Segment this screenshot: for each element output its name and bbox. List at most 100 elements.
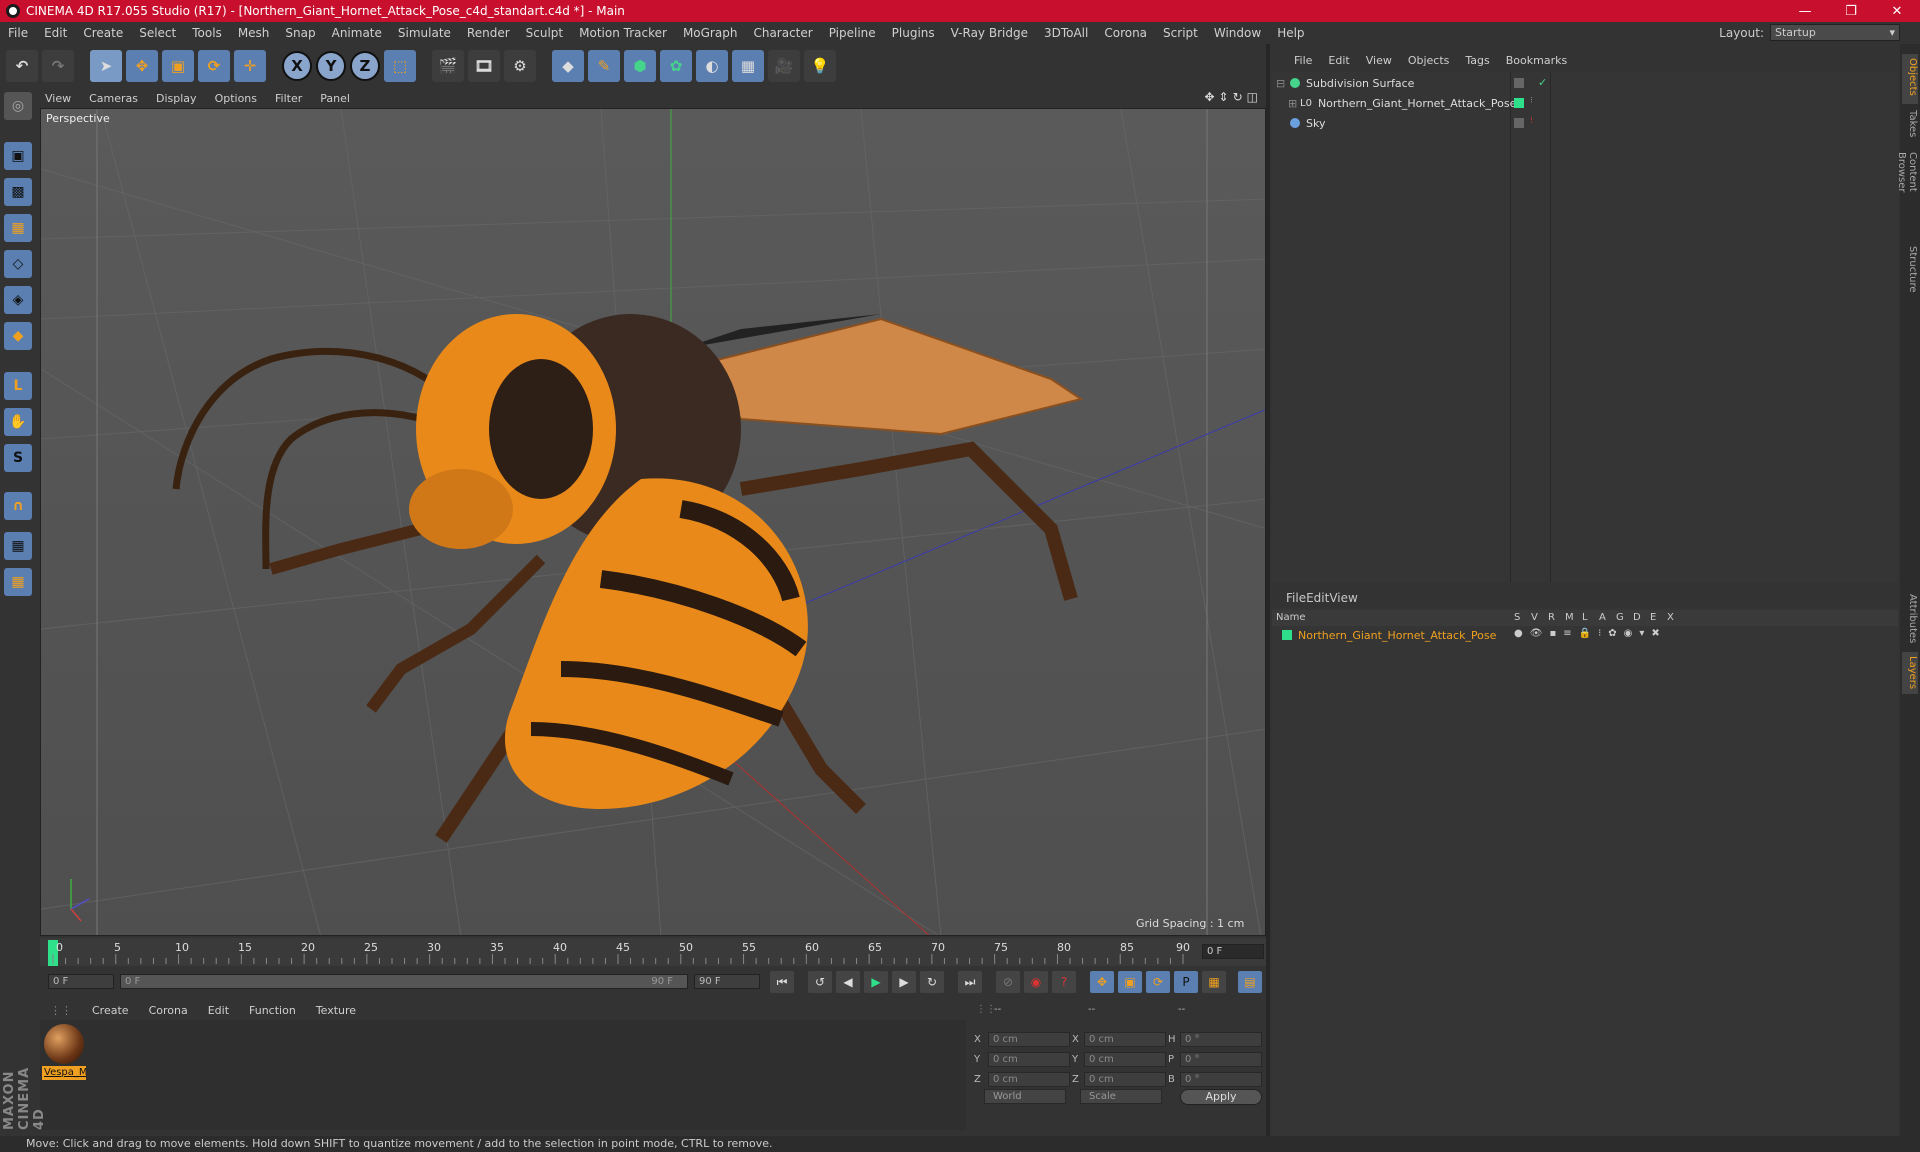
size-mode-dropdown[interactable]: Scale xyxy=(1080,1089,1162,1104)
key-disabled-icon[interactable]: ⊘ xyxy=(996,971,1020,993)
material-menu-corona[interactable]: Corona xyxy=(139,1004,198,1017)
object-row-subdivision[interactable]: ⊟ Subdivision Surface xyxy=(1276,74,1414,92)
layer-col-r[interactable]: R xyxy=(1548,612,1555,623)
rotation-b-field[interactable]: 0 ° xyxy=(1180,1072,1262,1087)
grid-lock-icon[interactable]: ▦ xyxy=(4,532,32,560)
menu-pipeline[interactable]: Pipeline xyxy=(821,26,884,40)
rotation-p-field[interactable]: 0 ° xyxy=(1180,1052,1262,1067)
close-button[interactable]: ✕ xyxy=(1874,0,1920,22)
z-axis-lock-icon[interactable]: Z xyxy=(350,51,380,81)
object-row-hornet[interactable]: ⊞ L0 Northern_Giant_Hornet_Attack_Pose xyxy=(1288,94,1516,112)
layer-manager-icon[interactable]: ≡ xyxy=(1563,628,1571,639)
menu-edit[interactable]: Edit xyxy=(36,26,75,40)
material-menu-texture[interactable]: Texture xyxy=(306,1004,366,1017)
snap-icon[interactable]: S xyxy=(4,444,32,472)
edges-mode-icon[interactable]: ◈ xyxy=(4,286,32,314)
key-pla-icon[interactable]: ▦ xyxy=(1202,971,1226,993)
layer-view-icon[interactable]: 👁 xyxy=(1530,628,1543,639)
select-tool-icon[interactable]: ➤ xyxy=(90,50,122,82)
make-editable-icon[interactable]: ◎ xyxy=(4,92,32,120)
deformer-icon[interactable]: ◐ xyxy=(696,50,728,82)
polygons-mode-icon[interactable]: ◆ xyxy=(4,322,32,350)
material-preview-ball[interactable] xyxy=(44,1024,84,1064)
viewport-pan-icon[interactable]: ✥ xyxy=(1204,90,1214,104)
points-mode-icon[interactable]: ◇ xyxy=(4,250,32,278)
apply-button[interactable]: Apply xyxy=(1180,1089,1262,1105)
tab-objects[interactable]: Objects xyxy=(1902,54,1918,104)
viewport-menu-display[interactable]: Display xyxy=(147,92,206,105)
layer-animation-icon[interactable]: ⁝ xyxy=(1598,628,1601,639)
y-axis-lock-icon[interactable]: Y xyxy=(316,51,346,81)
cube-primitive-icon[interactable]: ◆ xyxy=(552,50,584,82)
objects-menu-edit[interactable]: Edit xyxy=(1320,54,1357,67)
key-rotation-icon[interactable]: ⟳ xyxy=(1146,971,1170,993)
layers-menu-file[interactable]: File xyxy=(1286,591,1306,605)
layer-generators-icon[interactable]: ✿ xyxy=(1608,628,1616,639)
layer-col-l[interactable]: L xyxy=(1582,612,1588,623)
layer-color-tag-icon[interactable] xyxy=(1514,98,1524,108)
position-z-field[interactable]: 0 cm xyxy=(988,1072,1070,1087)
material-menu-edit[interactable]: Edit xyxy=(198,1004,239,1017)
objects-menu-view[interactable]: View xyxy=(1358,54,1400,67)
move-tool-icon[interactable]: ✥ xyxy=(126,50,158,82)
tab-attributes[interactable]: Attributes xyxy=(1902,590,1918,650)
menu-simulate[interactable]: Simulate xyxy=(390,26,459,40)
material-name-label[interactable]: Vespa_M xyxy=(42,1066,86,1080)
floor-icon[interactable]: ▦ xyxy=(732,50,764,82)
workplane-lock-icon[interactable]: ▦ xyxy=(4,568,32,596)
menu-snap[interactable]: Snap xyxy=(277,26,323,40)
texture-mode-icon[interactable]: ▩ xyxy=(4,178,32,206)
layer-col-m[interactable]: M xyxy=(1565,612,1574,623)
layer-col-e[interactable]: E xyxy=(1650,612,1656,623)
menu-sculpt[interactable]: Sculpt xyxy=(518,26,571,40)
tab-layers[interactable]: Layers xyxy=(1902,652,1918,694)
menu-corona[interactable]: Corona xyxy=(1096,26,1155,40)
viewport-menu-options[interactable]: Options xyxy=(206,92,266,105)
layers-menu-view[interactable]: View xyxy=(1329,591,1357,605)
tab-takes[interactable]: Takes xyxy=(1902,106,1918,146)
viewport-menu-panel[interactable]: Panel xyxy=(311,92,359,105)
layer-color-swatch[interactable] xyxy=(1282,630,1292,640)
menu-mesh[interactable]: Mesh xyxy=(230,26,278,40)
range-slider[interactable]: 0 F 90 F xyxy=(120,974,688,989)
viewport-menu-view[interactable]: View xyxy=(36,92,80,105)
layers-menu-edit[interactable]: Edit xyxy=(1306,591,1329,605)
subdivision-icon[interactable]: ⬢ xyxy=(624,50,656,82)
viewport-zoom-icon[interactable]: ⇕ xyxy=(1219,90,1229,104)
timeline-window-icon[interactable]: ▤ xyxy=(1238,971,1262,993)
menu-plugins[interactable]: Plugins xyxy=(884,26,943,40)
current-frame-field[interactable]: 0 F xyxy=(1202,944,1264,959)
menu-tools[interactable]: Tools xyxy=(184,26,230,40)
menu-mograph[interactable]: MoGraph xyxy=(675,26,746,40)
record-icon[interactable]: ◉ xyxy=(1024,971,1048,993)
key-parameter-icon[interactable]: P xyxy=(1174,971,1198,993)
next-frame-icon[interactable]: ▶ xyxy=(892,971,916,993)
layer-solo-icon[interactable]: ● xyxy=(1514,628,1523,639)
layer-row-hornet[interactable]: Northern_Giant_Hornet_Attack_Pose xyxy=(1282,626,1496,644)
objects-menu-file[interactable]: File xyxy=(1286,54,1320,67)
objects-menu-bookmarks[interactable]: Bookmarks xyxy=(1498,54,1575,67)
key-position-icon[interactable]: ✥ xyxy=(1090,971,1114,993)
render-region-icon[interactable]: 🎞 xyxy=(468,50,500,82)
viewport-layout-icon[interactable]: ◫ xyxy=(1247,90,1258,104)
menu-animate[interactable]: Animate xyxy=(324,26,390,40)
tab-content-browser[interactable]: Content Browser xyxy=(1896,148,1918,238)
model-mode-icon[interactable]: ▣ xyxy=(4,142,32,170)
position-x-field[interactable]: 0 cm xyxy=(988,1032,1070,1047)
layer-col-a[interactable]: A xyxy=(1599,612,1606,623)
axis-mode-icon[interactable]: L xyxy=(4,372,32,400)
layer-col-d[interactable]: D xyxy=(1633,612,1641,623)
redo-icon[interactable]: ↷ xyxy=(42,50,74,82)
menu-create[interactable]: Create xyxy=(75,26,131,40)
undo-icon[interactable]: ↶ xyxy=(6,50,38,82)
autokey-icon[interactable]: ? xyxy=(1052,971,1076,993)
maximize-button[interactable]: ❐ xyxy=(1828,0,1874,22)
layer-col-name[interactable]: Name xyxy=(1276,612,1306,623)
size-y-field[interactable]: 0 cm xyxy=(1084,1052,1166,1067)
position-y-field[interactable]: 0 cm xyxy=(988,1052,1070,1067)
go-to-start-icon[interactable]: ⏮ xyxy=(770,971,794,993)
magnet-icon[interactable]: ∩ xyxy=(4,492,32,520)
play-icon[interactable]: ▶ xyxy=(864,971,888,993)
collapse-icon[interactable]: ⊟ xyxy=(1276,77,1288,90)
render-view-icon[interactable]: 🎬 xyxy=(432,50,464,82)
